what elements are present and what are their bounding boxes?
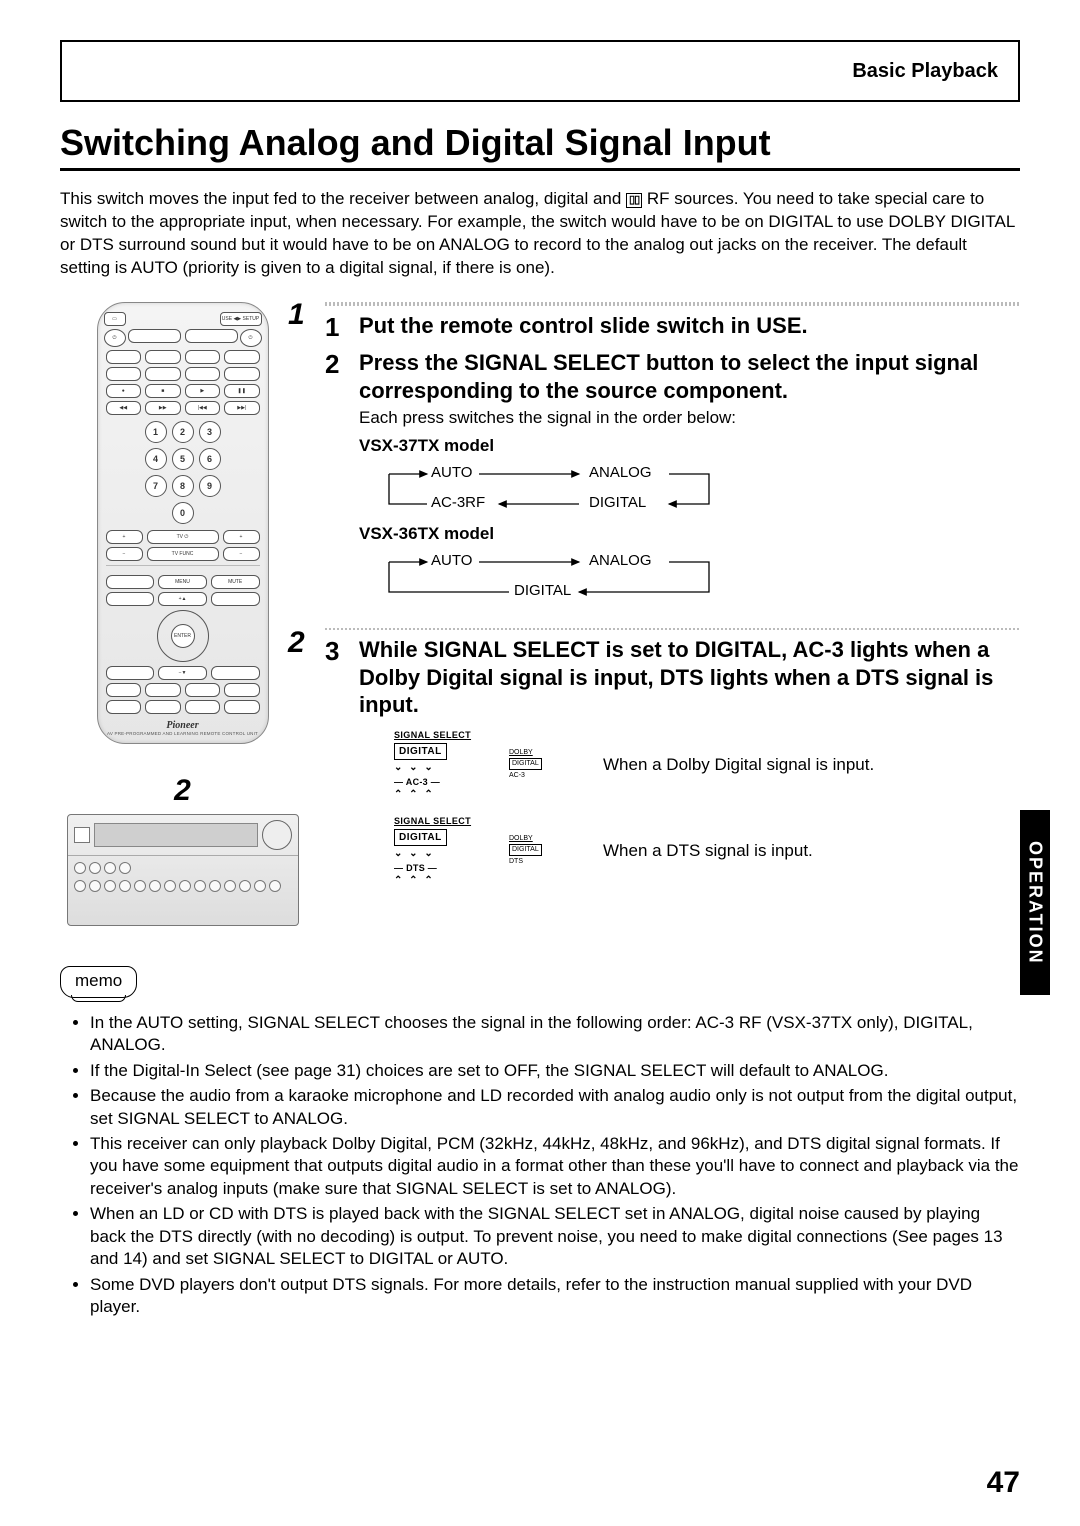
nav-ring xyxy=(157,610,209,662)
ind1-select: SIGNAL SELECT xyxy=(394,730,484,740)
memo-item: This receiver can only playback Dolby Di… xyxy=(90,1133,1020,1200)
remote-key-4: 4 xyxy=(145,448,167,470)
remote-key-7: 7 xyxy=(145,475,167,497)
memo-item: If the Digital-In Select (see page 31) c… xyxy=(90,1060,1020,1082)
ind2-side: DOLBY DIGITAL DTS xyxy=(509,835,579,866)
step-1-title: Put the remote control slide switch in U… xyxy=(359,312,1020,340)
manual-page: Basic Playback Switching Analog and Digi… xyxy=(0,0,1080,1526)
ind1-ticks: ⌄ ⌄ ⌄ xyxy=(394,762,484,773)
indicator-row-2: SIGNAL SELECT DIGITAL ⌄ ⌄ ⌄ — DTS — ⌃ ⌃ … xyxy=(393,815,1020,887)
model-37-label: VSX-37TX model xyxy=(359,436,1020,456)
memo-item: Some DVD players don't output DTS signal… xyxy=(90,1274,1020,1319)
ind1-ticks2: ⌃ ⌃ ⌃ xyxy=(394,789,484,800)
ind2-mode: DIGITAL xyxy=(394,829,447,846)
ind2-side-top: DIGITAL xyxy=(509,844,542,856)
cycle-37-arrows xyxy=(369,460,729,518)
left-column: 1 2 ▭USE ◀▶ SETUP ⏻⏻ ●■▶❚❚ ◀◀▶▶|◀◀▶▶| 1 … xyxy=(60,302,305,926)
intro-a: This switch moves the input fed to the r… xyxy=(60,189,626,208)
indicator-ac3: SIGNAL SELECT DIGITAL ⌄ ⌄ ⌄ — AC-3 — ⌃ ⌃… xyxy=(393,729,485,801)
model-36-label: VSX-36TX model xyxy=(359,524,1020,544)
ind1-text: When a Dolby Digital signal is input. xyxy=(603,754,1020,776)
ind1-mode: DIGITAL xyxy=(394,743,447,760)
ind2-ticks2: ⌃ ⌃ ⌃ xyxy=(394,875,484,886)
step-3: 3 While SIGNAL SELECT is set to DIGITAL,… xyxy=(325,636,1020,901)
cycle37-digital: DIGITAL xyxy=(589,494,646,511)
ind2-side-small: DTS xyxy=(509,858,579,866)
step-2-title: Press the SIGNAL SELECT button to select… xyxy=(359,349,1020,404)
right-column: 1 Put the remote control slide switch in… xyxy=(325,302,1020,926)
memo-item: Because the audio from a karaoke microph… xyxy=(90,1085,1020,1130)
ind2-foot: — DTS — xyxy=(394,863,484,873)
step-3-number: 3 xyxy=(325,636,347,901)
ind2-text: When a DTS signal is input. xyxy=(603,840,1020,862)
indicator-row-1: SIGNAL SELECT DIGITAL ⌄ ⌄ ⌄ — AC-3 — ⌃ ⌃… xyxy=(393,729,1020,801)
step-2: 2 Press the SIGNAL SELECT button to sele… xyxy=(325,349,1020,610)
remote-key-1: 1 xyxy=(145,421,167,443)
receiver-callout: 2 xyxy=(60,774,305,808)
memo-list: In the AUTO setting, SIGNAL SELECT choos… xyxy=(60,1012,1020,1319)
ind1-foot: — AC-3 — xyxy=(394,777,484,787)
remote-subtitle: AV PRE-PROGRAMMED AND LEARNING REMOTE CO… xyxy=(98,731,268,736)
receiver-illustration-wrap: 2 xyxy=(60,774,305,926)
remote-key-9: 9 xyxy=(199,475,221,497)
ind2-ticks: ⌄ ⌄ ⌄ xyxy=(394,848,484,859)
remote-logo: Pioneer xyxy=(98,720,268,731)
receiver-illustration xyxy=(67,814,299,926)
cycle37-analog: ANALOG xyxy=(589,464,652,481)
remote-key-6: 6 xyxy=(199,448,221,470)
page-title: Switching Analog and Digital Signal Inpu… xyxy=(60,122,1020,164)
indicator-dts: SIGNAL SELECT DIGITAL ⌄ ⌄ ⌄ — DTS — ⌃ ⌃ … xyxy=(393,815,485,887)
remote-key-5: 5 xyxy=(172,448,194,470)
cycle36-digital: DIGITAL xyxy=(514,582,571,599)
remote-key-8: 8 xyxy=(172,475,194,497)
dolby-digital-icon: ▯▯ xyxy=(626,193,642,208)
step-2-number: 2 xyxy=(325,349,347,610)
ind1-side-small: AC-3 xyxy=(509,772,579,780)
cycle36-analog: ANALOG xyxy=(589,552,652,569)
cycle36-auto: AUTO xyxy=(431,552,472,569)
step-1: 1 Put the remote control slide switch in… xyxy=(325,312,1020,344)
step-1-number: 1 xyxy=(325,312,347,344)
ind1-side: DOLBY DIGITAL AC-3 xyxy=(509,749,579,780)
memo-item: In the AUTO setting, SIGNAL SELECT choos… xyxy=(90,1012,1020,1057)
step-3-title: While SIGNAL SELECT is set to DIGITAL, A… xyxy=(359,636,1020,719)
remote-control-illustration: ▭USE ◀▶ SETUP ⏻⏻ ●■▶❚❚ ◀◀▶▶|◀◀▶▶| 1 2 3 … xyxy=(97,302,269,744)
cycle37-ac3rf: AC-3RF xyxy=(431,494,485,511)
remote-key-2: 2 xyxy=(172,421,194,443)
title-rule xyxy=(60,168,1020,171)
cycle37-auto: AUTO xyxy=(431,464,472,481)
section-label: Basic Playback xyxy=(852,60,998,83)
callout-2: 2 xyxy=(288,626,305,660)
cycle-36: AUTO ANALOG DIGITAL xyxy=(369,548,729,606)
cycle-37: AUTO ANALOG DIGITAL AC-3RF xyxy=(369,460,729,518)
remote-key-0: 0 xyxy=(172,502,194,524)
header-bar: Basic Playback xyxy=(60,40,1020,102)
step-2-sub: Each press switches the signal in the or… xyxy=(359,408,1020,428)
side-tab-operation: OPERATION xyxy=(1020,810,1050,995)
ind1-side-top: DIGITAL xyxy=(509,758,542,770)
step-rule xyxy=(325,302,1020,306)
step-rule-2 xyxy=(325,628,1020,630)
memo-badge: memo xyxy=(60,966,137,998)
intro-paragraph: This switch moves the input fed to the r… xyxy=(60,188,1020,280)
callout-1: 1 xyxy=(288,298,305,332)
memo-item: When an LD or CD with DTS is played back… xyxy=(90,1203,1020,1270)
ind2-select: SIGNAL SELECT xyxy=(394,816,484,826)
page-number: 47 xyxy=(987,1466,1020,1500)
remote-key-3: 3 xyxy=(199,421,221,443)
